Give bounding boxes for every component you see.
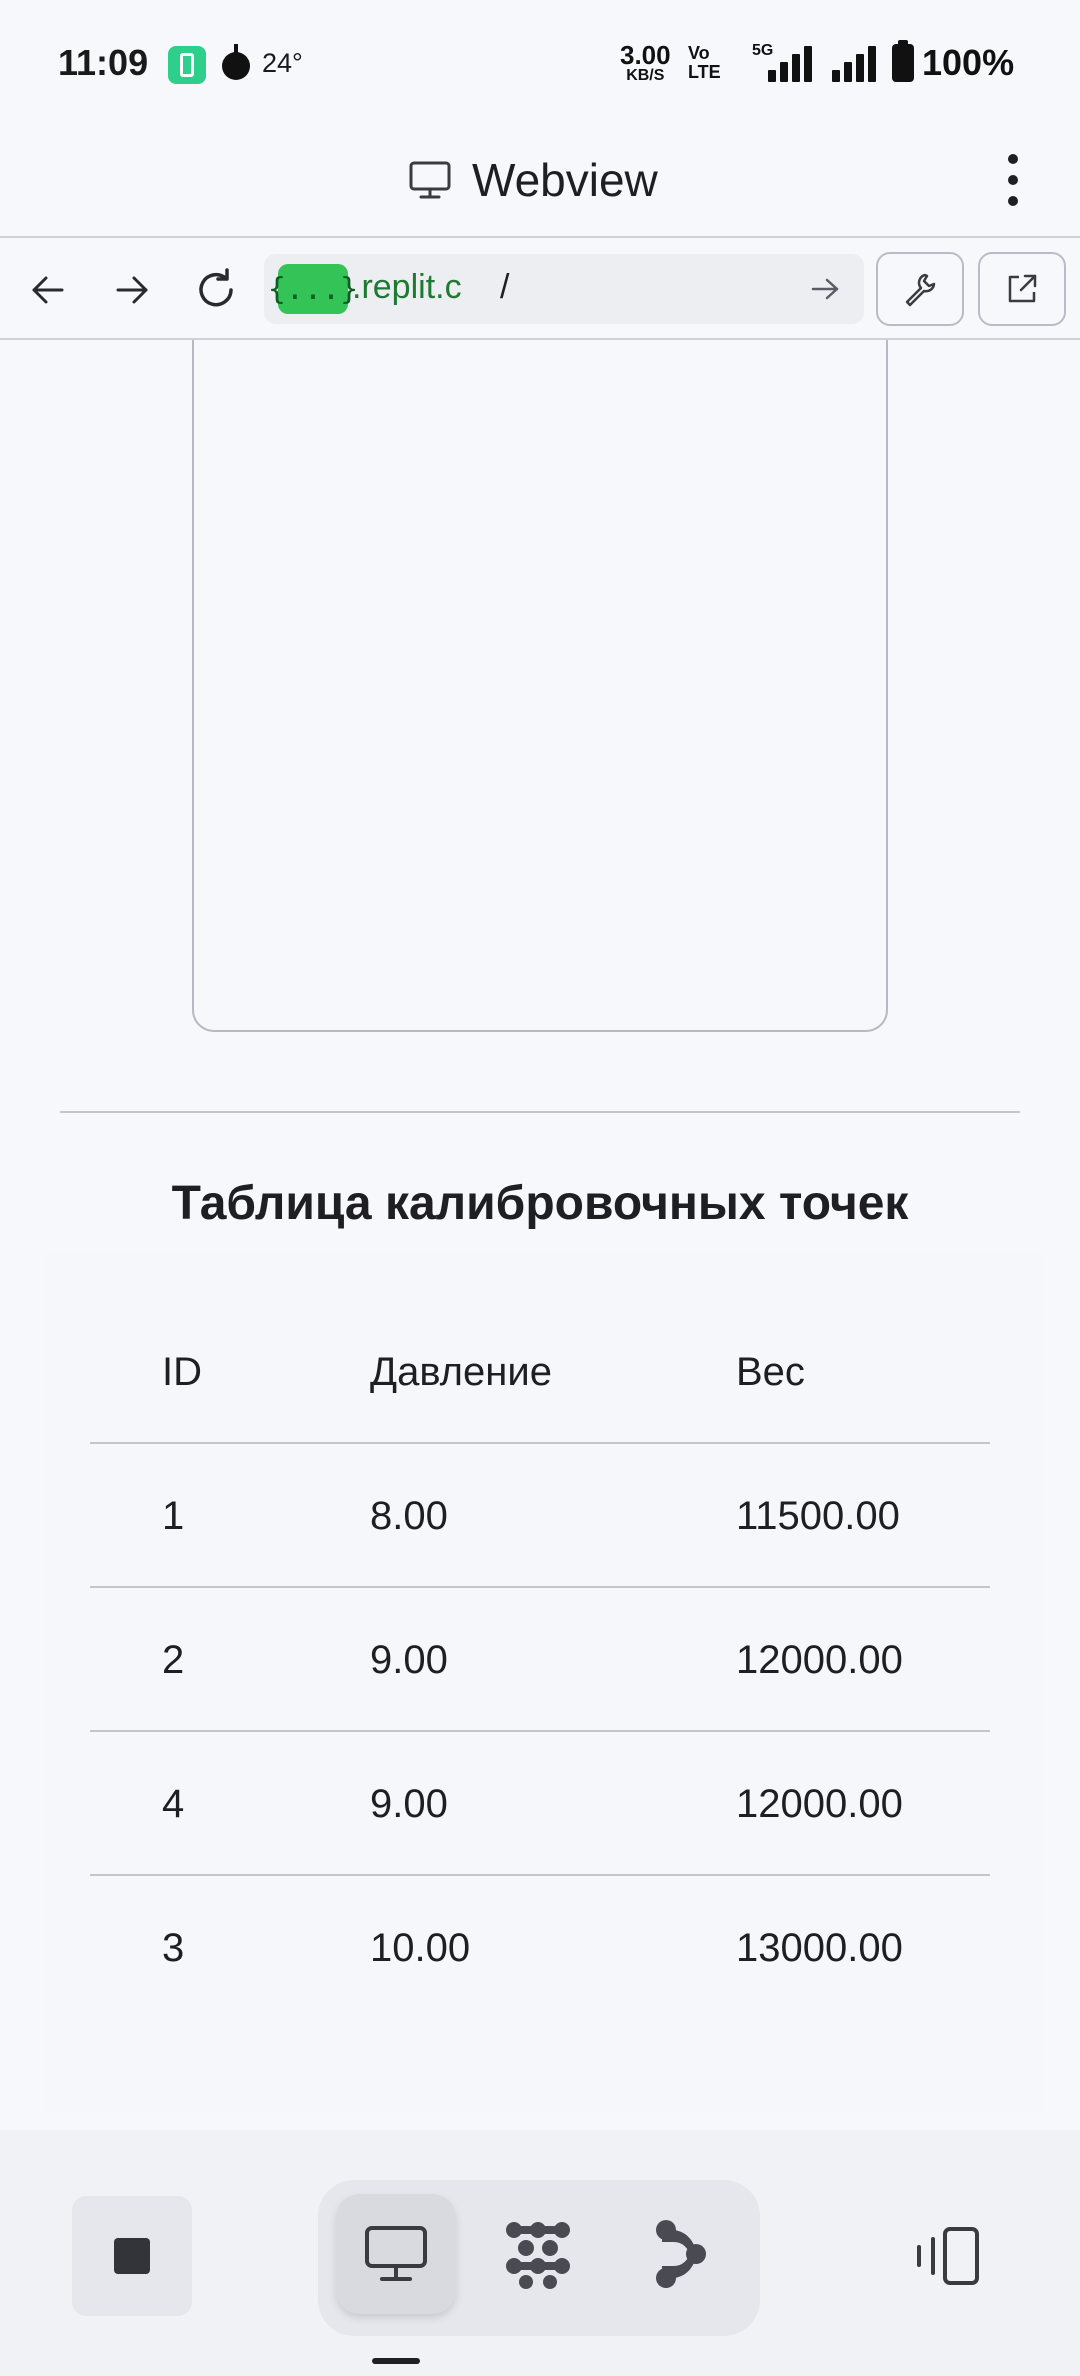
address-bar: {...} .replit.c /: [0, 236, 1080, 340]
chart-canvas: [192, 340, 888, 1032]
go-arrow-icon[interactable]: [808, 272, 842, 306]
section-title: Таблица калибровочных точек: [171, 1177, 909, 1230]
section-divider: [60, 1111, 1020, 1113]
cell-id: 1: [162, 1493, 185, 1538]
cell-weight: 12000.00: [736, 1637, 903, 1682]
cell-id: 2: [162, 1637, 185, 1682]
network-speed-unit: KB/S: [626, 67, 665, 84]
arrow-left-icon: [32, 276, 64, 304]
url-path: /: [500, 268, 510, 306]
bomb-icon: [222, 44, 250, 80]
bottom-toolbar: [0, 2130, 1080, 2376]
monitor-icon: [365, 2226, 427, 2281]
arrow-right-icon: [116, 276, 148, 304]
header-id: ID: [162, 1349, 202, 1394]
status-bar: 11:09 24° 3.00 KB/S Vo LTE 5G 100%: [0, 0, 1080, 128]
table-row: 2 9.00 12000.00: [90, 1588, 990, 1732]
cell-pressure: 8.00: [370, 1493, 448, 1538]
external-link-icon: [1008, 274, 1037, 303]
cell-pressure: 9.00: [370, 1781, 448, 1826]
reload-button[interactable]: [186, 260, 246, 320]
title-bar: Webview: [0, 128, 1080, 236]
tab-git[interactable]: [620, 2194, 740, 2314]
battery-icon: [892, 40, 914, 82]
cell-weight: 11500.00: [736, 1493, 900, 1538]
stop-button[interactable]: [72, 2196, 192, 2316]
git-branch-icon: [656, 2220, 706, 2288]
stop-icon: [114, 2238, 150, 2274]
volte-top: Vo: [688, 43, 710, 63]
device-switch-button[interactable]: [900, 2210, 992, 2302]
view-switcher: [318, 2180, 760, 2336]
back-button[interactable]: [18, 260, 78, 320]
workflow-dots-icon: [506, 2222, 570, 2289]
signal-strength-icon: [768, 46, 820, 82]
battery-saver-notification-icon: [168, 46, 206, 84]
reload-icon: [199, 268, 233, 307]
cell-pressure: 10.00: [370, 1925, 471, 1970]
network-speed-value: 3.00: [620, 40, 671, 70]
forward-button[interactable]: [102, 260, 162, 320]
table-row: 1 8.00 11500.00: [90, 1444, 990, 1588]
calibration-table: ID Давление Вес 1 8.00 11500.00 2 9.00 1…: [90, 1300, 990, 2020]
more-vert-icon[interactable]: [994, 150, 1034, 210]
cell-weight: 12000.00: [736, 1781, 903, 1826]
status-time: 11:09: [58, 42, 149, 83]
cell-weight: 13000.00: [736, 1925, 903, 1970]
volte-bottom: LTE: [688, 61, 721, 82]
url-host: .replit.c: [352, 268, 462, 306]
table-header-row: ID Давление Вес: [90, 1300, 990, 1444]
page-title: Webview: [472, 154, 658, 206]
network-speed: 3.00 KB/S: [620, 42, 671, 84]
webview-content: Таблица калибровочных точек ID Давление …: [0, 340, 1080, 2130]
volte-indicator: Vo LTE: [688, 44, 721, 82]
open-external-button[interactable]: [978, 252, 1066, 326]
tab-webview[interactable]: [336, 2194, 456, 2314]
table-row: 3 10.00 13000.00: [90, 1876, 990, 2020]
table-row: 4 9.00 12000.00: [90, 1732, 990, 1876]
home-indicator: [372, 2358, 420, 2364]
cell-id: 4: [162, 1781, 185, 1826]
battery-percent: 100%: [922, 42, 1015, 83]
devtools-button[interactable]: [876, 252, 964, 326]
status-temperature: 24°: [262, 48, 303, 78]
signal-strength-icon: [832, 46, 884, 82]
tab-workflows[interactable]: [478, 2194, 598, 2314]
url-chip: {...}: [268, 264, 358, 314]
monitor-icon: [409, 161, 451, 199]
title-group: Webview: [408, 150, 658, 210]
header-weight: Вес: [736, 1349, 805, 1394]
url-input[interactable]: {...} .replit.c /: [264, 254, 864, 324]
device-switch-icon: [917, 2227, 979, 2285]
cell-id: 3: [162, 1925, 185, 1970]
cell-pressure: 9.00: [370, 1637, 448, 1682]
wrench-icon: [905, 273, 936, 307]
header-pressure: Давление: [370, 1349, 552, 1394]
